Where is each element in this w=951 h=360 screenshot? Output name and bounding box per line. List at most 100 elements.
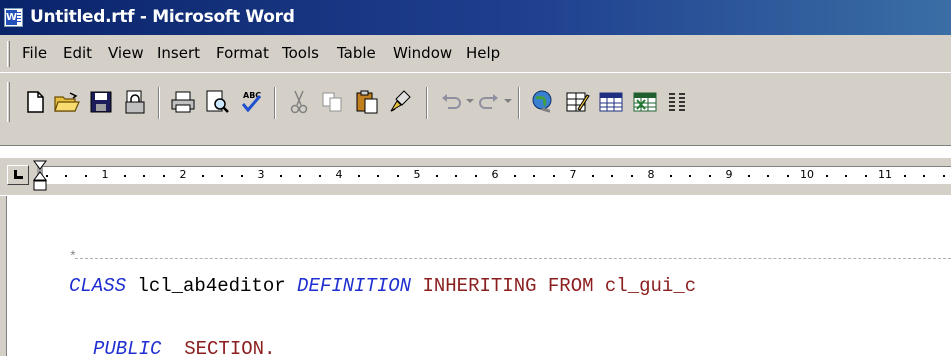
- menu-tools[interactable]: Tools: [282, 44, 319, 62]
- redo-dropdown-icon[interactable]: [504, 99, 512, 103]
- ruler-dot: [786, 175, 789, 177]
- ruler-dot: [669, 175, 672, 177]
- permission-icon[interactable]: [120, 87, 150, 117]
- ruler-dot: [708, 175, 711, 177]
- ruler-dot: [825, 175, 828, 177]
- toolbar-grip[interactable]: [7, 82, 10, 122]
- ruler-dot: [864, 175, 867, 177]
- standard-toolbar: ABC: [0, 73, 951, 146]
- ruler-number: 1: [101, 168, 109, 181]
- tables-borders-icon[interactable]: [562, 87, 592, 117]
- menu-bar-grip[interactable]: [7, 41, 10, 67]
- document-left-border: [0, 196, 7, 356]
- save-icon[interactable]: [86, 87, 116, 117]
- format-painter-icon[interactable]: [386, 87, 416, 117]
- ruler-dot: [357, 175, 360, 177]
- document-area[interactable]: * CLASS lcl_ab4editor DEFINITION INHERIT…: [7, 196, 951, 360]
- columns-icon[interactable]: [662, 87, 692, 117]
- ruler-number: 10: [800, 168, 814, 181]
- keyword-definition: DEFINITION: [297, 275, 412, 297]
- ruler-dot: [513, 175, 516, 177]
- cut-icon[interactable]: [284, 87, 314, 117]
- redo-icon[interactable]: [474, 87, 504, 117]
- undo-dropdown-icon[interactable]: [466, 99, 474, 103]
- keyword-public: PUBLIC: [93, 338, 162, 360]
- copy-icon[interactable]: [318, 87, 348, 117]
- ruler-dot: [162, 175, 165, 177]
- ruler-number: 5: [413, 168, 421, 181]
- ruler-dot: [767, 175, 769, 177]
- ruler-dot: [435, 175, 438, 177]
- ruler-dot: [65, 175, 67, 177]
- ruler-dot: [84, 175, 87, 177]
- ruler-number: 6: [491, 168, 499, 181]
- toolbar-separator: [518, 87, 520, 119]
- comment-separator-line: [75, 258, 951, 259]
- inheriting-from-clause: INHERITING FROM cl_gui_c: [411, 275, 697, 297]
- undo-icon[interactable]: [436, 87, 466, 117]
- ruler-dot: [299, 175, 301, 177]
- menu-view[interactable]: View: [108, 44, 144, 62]
- ruler-dot: [845, 175, 847, 177]
- insert-excel-icon[interactable]: [630, 87, 660, 117]
- ruler-dot: [318, 175, 321, 177]
- ruler-dot: [221, 175, 223, 177]
- menu-insert[interactable]: Insert: [157, 44, 200, 62]
- ruler-dot: [123, 175, 126, 177]
- comment-star: *: [69, 249, 77, 264]
- keyword-class: CLASS: [69, 275, 127, 297]
- ruler-dot: [552, 175, 555, 177]
- ruler-dot: [689, 175, 691, 177]
- ruler-number: 11: [878, 168, 892, 181]
- ruler-dot: [591, 175, 594, 177]
- spelling-check-icon[interactable]: ABC: [236, 87, 266, 117]
- section-keyword: SECTION.: [161, 338, 276, 360]
- indent-marker-icon[interactable]: [33, 158, 47, 194]
- ruler-dot: [533, 175, 535, 177]
- menu-bar: File Edit View Insert Format Tools Table…: [0, 35, 951, 73]
- code-line-public-section: PUBLIC SECTION.: [93, 338, 275, 360]
- toolbar-separator: [274, 87, 276, 119]
- ruler-dot: [240, 175, 243, 177]
- insert-hyperlink-icon[interactable]: [528, 87, 558, 117]
- horizontal-ruler-bar: 1 2 3 4 5 6 7 8 9 10 11: [0, 158, 951, 195]
- menu-help[interactable]: Help: [466, 44, 500, 62]
- menu-window[interactable]: Window: [393, 44, 452, 62]
- ruler-dot: [942, 175, 945, 177]
- horizontal-ruler[interactable]: 1 2 3 4 5 6 7 8 9 10 11: [37, 166, 951, 185]
- ruler-dot: [279, 175, 282, 177]
- ruler-dot: [903, 175, 906, 177]
- ruler-dot: [474, 175, 477, 177]
- ruler-dot: [923, 175, 925, 177]
- paste-icon[interactable]: [352, 87, 382, 117]
- ruler-number: 7: [569, 168, 577, 181]
- word-document-icon[interactable]: W: [4, 8, 23, 27]
- print-icon[interactable]: [168, 87, 198, 117]
- ruler-dot: [143, 175, 145, 177]
- ruler-dot: [630, 175, 633, 177]
- tab-selector-button[interactable]: [7, 165, 29, 185]
- ruler-dot: [455, 175, 457, 177]
- menu-edit[interactable]: Edit: [63, 44, 92, 62]
- ruler-number: 8: [647, 168, 655, 181]
- new-document-icon[interactable]: [20, 87, 50, 117]
- ruler-dot: [396, 175, 399, 177]
- class-name: lcl_ab4editor: [126, 275, 298, 297]
- window-title: Untitled.rtf - Microsoft Word: [30, 7, 295, 27]
- open-folder-icon[interactable]: [52, 87, 82, 117]
- title-bar: W Untitled.rtf - Microsoft Word: [0, 0, 951, 35]
- ruler-dot: [377, 175, 379, 177]
- menu-table[interactable]: Table: [337, 44, 376, 62]
- ruler-dot: [747, 175, 750, 177]
- ruler-number: 2: [179, 168, 187, 181]
- ruler-number: 4: [335, 168, 343, 181]
- menu-file[interactable]: File: [22, 44, 47, 62]
- menu-format[interactable]: Format: [216, 44, 269, 62]
- ruler-dot: [201, 175, 204, 177]
- ruler-number: 3: [257, 168, 265, 181]
- toolbar-separator: [426, 87, 428, 119]
- print-preview-icon[interactable]: [202, 87, 232, 117]
- code-line-class-definition: CLASS lcl_ab4editor DEFINITION INHERITIN…: [69, 275, 696, 297]
- insert-table-icon[interactable]: [596, 87, 626, 117]
- ruler-dot: [611, 175, 613, 177]
